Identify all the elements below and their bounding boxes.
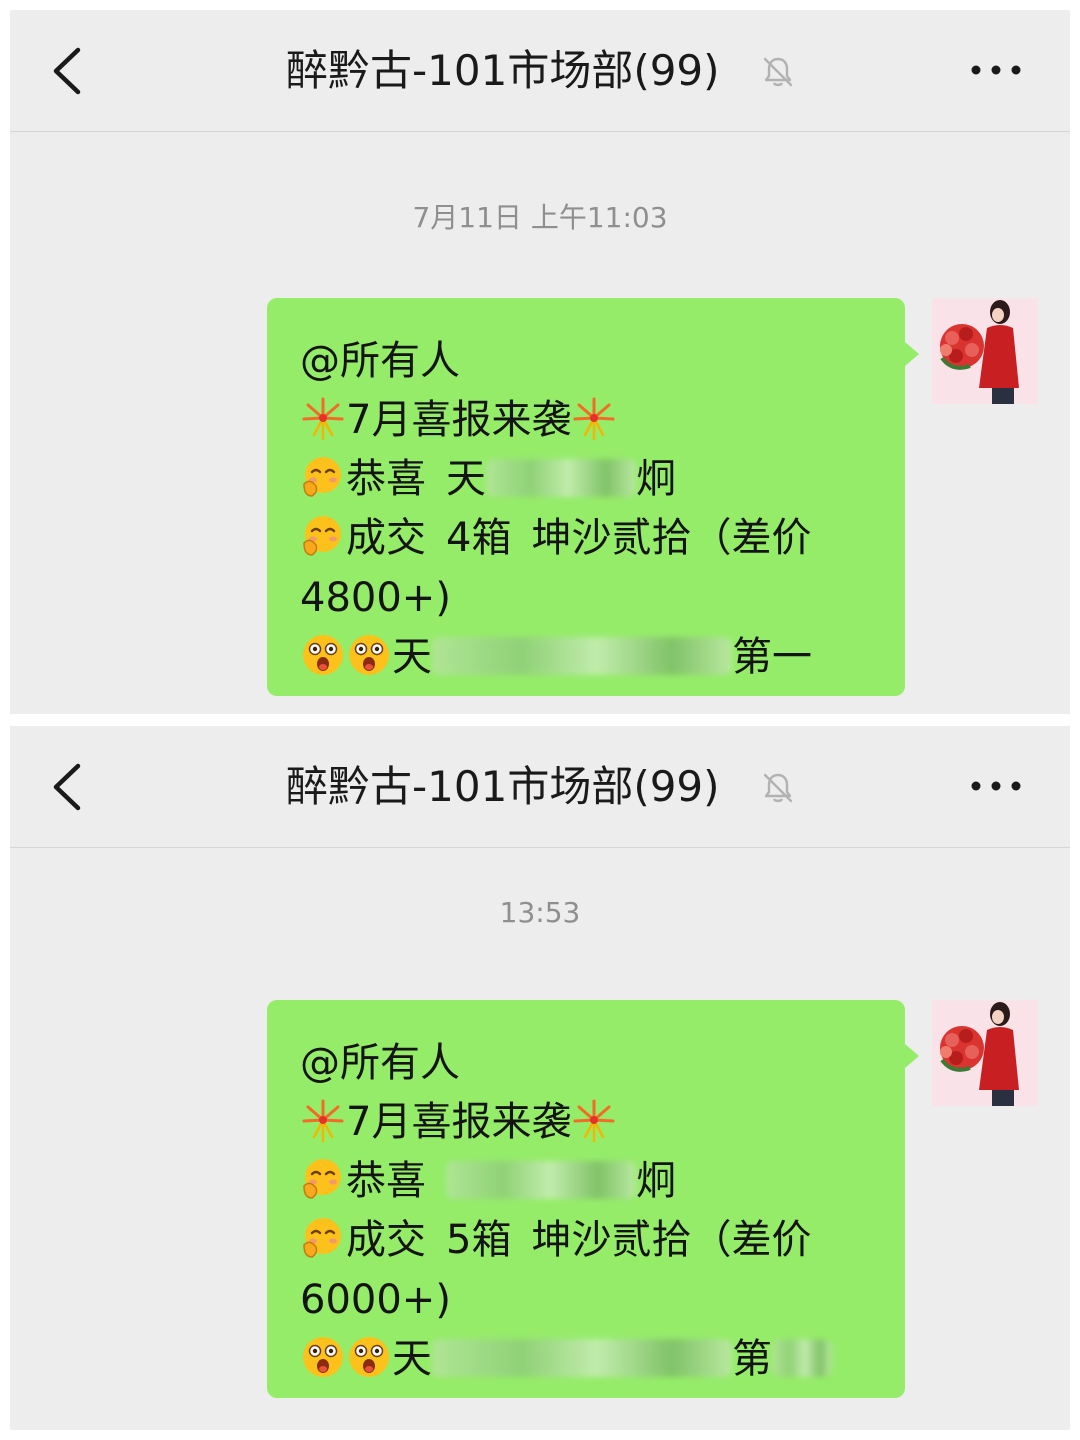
fireworks-emoji — [573, 1099, 615, 1143]
bubble-tail — [905, 1044, 919, 1068]
rank-text-end: 第 — [732, 1336, 772, 1382]
rank-line: 天第 — [300, 1329, 832, 1389]
mention-text: @所有人 — [300, 338, 460, 384]
chat-header: 醉黔古-101市场部(99) — [10, 726, 1070, 848]
deal-line: 成交 5箱 坤沙贰拾（差价 — [300, 1210, 811, 1270]
message-timestamp: 7月11日 上午11:03 — [412, 201, 668, 234]
rank-text-start: 天 — [392, 1336, 432, 1382]
deal-prefix: 成交 — [346, 515, 426, 561]
congrats-line: 恭喜 炯 — [300, 1151, 676, 1211]
shy-face-emoji — [303, 457, 341, 497]
fireworks-emoji — [302, 397, 344, 441]
deal-product: 坤沙贰拾（差价 — [531, 1217, 812, 1263]
rank-text-end: 第一 — [732, 634, 812, 680]
chevron-left-icon[interactable] — [48, 46, 88, 96]
ellipsis-icon[interactable] — [970, 60, 1022, 80]
deal-count: 4箱 — [446, 515, 512, 561]
chat-screen-1: 醉黔古-101市场部(99) 7月11日 上午11:03 @所有人 7月喜报来袭 — [10, 10, 1070, 714]
fireworks-emoji — [302, 1099, 344, 1143]
rank-line: 天 第一 — [300, 627, 812, 687]
redacted-text — [432, 1339, 732, 1377]
chevron-left-icon[interactable] — [48, 762, 88, 812]
message-bubble[interactable]: @所有人 7月喜报来袭 — [267, 1000, 905, 1398]
chat-title: 醉黔古-101市场部(99) — [286, 762, 720, 811]
shy-face-emoji — [303, 1218, 341, 1258]
headline-text: 7月喜报来袭 — [346, 1099, 572, 1145]
redacted-name — [446, 1161, 636, 1199]
congrats-label: 恭喜 — [346, 1158, 426, 1204]
congrats-label: 恭喜 — [346, 456, 426, 502]
deal-line: 成交 4箱 坤沙贰拾（差价 — [300, 508, 811, 568]
message-bubble[interactable]: @所有人 7月喜报来袭 — [267, 298, 905, 696]
surprised-face-emoji — [303, 635, 343, 675]
shy-face-emoji — [303, 1159, 341, 1199]
fireworks-emoji — [573, 397, 615, 441]
surprised-face-emoji — [303, 1337, 343, 1377]
congrats-name-start: 天 — [446, 456, 486, 502]
deal-count: 5箱 — [446, 1217, 512, 1263]
redacted-text — [432, 637, 732, 675]
rank-text-start: 天 — [392, 634, 432, 680]
headline-line: 7月喜报来袭 — [300, 1092, 617, 1152]
message-timestamp: 13:53 — [499, 896, 581, 929]
redacted-name — [486, 459, 636, 497]
avatar[interactable] — [932, 298, 1038, 404]
congrats-line: 恭喜 天 炯 — [300, 449, 676, 509]
bell-slash-icon — [763, 773, 793, 803]
headline-text: 7月喜报来袭 — [346, 397, 572, 443]
deal-amount: 6000+) — [300, 1277, 451, 1323]
surprised-face-emoji — [349, 1337, 389, 1377]
chat-header: 醉黔古-101市场部(99) — [10, 10, 1070, 132]
headline-line: 7月喜报来袭 — [300, 390, 617, 450]
bubble-tail — [905, 342, 919, 366]
chat-screen-2: 醉黔古-101市场部(99) 13:53 @所有人 7月喜报来袭 恭喜 炯 成交… — [10, 726, 1070, 1430]
deal-prefix: 成交 — [346, 1217, 426, 1263]
congrats-name-end: 炯 — [636, 456, 676, 502]
ellipsis-icon[interactable] — [970, 776, 1022, 796]
shy-face-emoji — [303, 516, 341, 556]
avatar[interactable] — [932, 1000, 1038, 1106]
chat-title: 醉黔古-101市场部(99) — [286, 46, 720, 95]
redacted-text — [772, 1339, 832, 1377]
surprised-face-emoji — [349, 635, 389, 675]
mention-text: @所有人 — [300, 1040, 460, 1086]
bell-slash-icon — [763, 57, 793, 87]
deal-product: 坤沙贰拾（差价 — [531, 515, 812, 561]
deal-amount: 4800+) — [300, 575, 451, 621]
congrats-name-end: 炯 — [636, 1158, 676, 1204]
